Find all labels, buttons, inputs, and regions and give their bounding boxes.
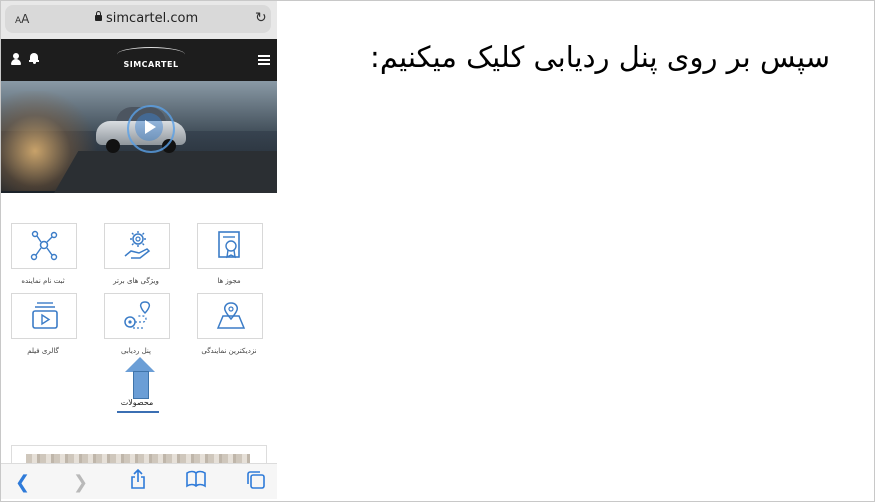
tile-licenses-label: مجوز ها xyxy=(217,277,241,285)
tile-video-gallery[interactable] xyxy=(11,293,77,339)
tile-video-gallery-label: گالری فیلم xyxy=(27,347,59,355)
browser-address-bar: AA simcartel.com ↻ xyxy=(1,1,277,39)
tile-top-features-label: ویژگی های برتر xyxy=(113,277,159,285)
tile-agent-signup-label: ثبت نام نماینده xyxy=(21,277,65,285)
products-underline xyxy=(117,411,159,413)
site-navbar: SIMCARTEL xyxy=(1,39,277,81)
phone-screenshot: AA simcartel.com ↻ SIMCARTEL مجوز ها ویژ… xyxy=(1,1,277,499)
browser-toolbar: ❮ ❯ xyxy=(1,463,277,499)
products-link[interactable]: محصولات xyxy=(113,398,161,407)
tile-nearest-agency-label: نزدیکترین نمایندگی xyxy=(201,347,257,355)
tile-agent-signup[interactable] xyxy=(11,223,77,269)
map-pin-icon xyxy=(216,302,246,329)
tile-top-features[interactable] xyxy=(104,223,170,269)
reload-icon[interactable]: ↻ xyxy=(255,10,267,26)
user-icon[interactable] xyxy=(11,53,21,65)
bell-icon[interactable] xyxy=(29,52,39,64)
url-text[interactable]: simcartel.com xyxy=(106,11,198,26)
hero-video-banner[interactable] xyxy=(1,81,277,193)
instruction-caption: سپس بر روی پنل ردیابی کلیک میکنیم: xyxy=(370,40,830,74)
forward-icon[interactable]: ❯ xyxy=(73,472,88,493)
tile-tracking-panel[interactable] xyxy=(104,293,170,339)
pointer-arrow xyxy=(125,357,155,399)
bookmarks-icon[interactable] xyxy=(186,470,206,493)
lock-icon xyxy=(95,11,102,21)
back-icon[interactable]: ❮ xyxy=(15,472,30,493)
tile-nearest-agency[interactable] xyxy=(197,293,263,339)
video-gallery-icon xyxy=(32,302,58,329)
menu-icon[interactable] xyxy=(258,55,270,65)
product-card[interactable] xyxy=(11,445,267,464)
route-tracking-icon xyxy=(124,301,151,329)
tabs-icon[interactable] xyxy=(246,470,266,495)
certificate-icon xyxy=(218,231,240,259)
share-icon[interactable] xyxy=(130,468,146,494)
play-icon[interactable] xyxy=(135,113,163,141)
network-icon xyxy=(30,230,58,261)
tile-licenses[interactable] xyxy=(197,223,263,269)
site-logo[interactable]: SIMCARTEL xyxy=(111,47,191,73)
url-field[interactable]: AA simcartel.com ↻ xyxy=(5,5,271,33)
text-size-button[interactable]: AA xyxy=(15,12,29,26)
hand-gear-icon xyxy=(124,231,151,259)
tile-tracking-panel-label: پنل ردیابی xyxy=(121,347,151,355)
